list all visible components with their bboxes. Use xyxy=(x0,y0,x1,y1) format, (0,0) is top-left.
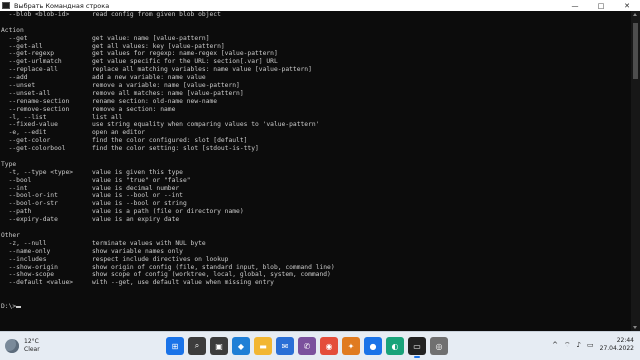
maximize-button[interactable]: □ xyxy=(588,0,614,11)
console-output[interactable]: --blob <blob-id> read config from given … xyxy=(1,11,629,331)
taskbar-app-gray-icon[interactable]: ◎ xyxy=(430,337,448,355)
scrollbar[interactable] xyxy=(631,11,640,331)
taskbar-task-view-icon[interactable]: ▣ xyxy=(210,337,228,355)
console-line: --name-only show variable names only xyxy=(1,247,183,255)
console-line: --unset remove a variable: name [value-p… xyxy=(1,82,240,90)
console-line: Type xyxy=(1,160,17,168)
scroll-down-icon[interactable] xyxy=(633,326,637,329)
console-line: --unset-all remove all matches: name [va… xyxy=(1,89,244,97)
scrollbar-thumb[interactable] xyxy=(633,23,638,79)
console-line: -e, --edit open an editor xyxy=(1,129,146,137)
taskbar-terminal-icon[interactable]: ▭ xyxy=(408,337,426,358)
console-line: --get-colorbool find the color setting: … xyxy=(1,145,259,153)
console-line: --get-color find the color configured: s… xyxy=(1,137,248,145)
command-prompt[interactable]: D:\> xyxy=(1,303,629,311)
taskbar-mail-icon[interactable]: ✉ xyxy=(276,337,294,355)
taskbar-app-orange-icon[interactable]: ✦ xyxy=(342,337,360,355)
close-button[interactable]: ✕ xyxy=(614,0,640,11)
minimize-button[interactable]: — xyxy=(562,0,588,11)
console-line: --get-regexp get values for regexp: name… xyxy=(1,50,278,58)
chevron-up-icon[interactable]: ^ xyxy=(552,341,558,349)
console-line: Other xyxy=(1,231,20,239)
taskbar-apps: ⊞ ⌕ ▣ ◆ ▬ ✉ ✆ ◉ ✦ ● ◐ ▭ ◎ xyxy=(166,337,448,358)
battery-icon[interactable]: ▭ xyxy=(587,341,594,349)
text-cursor xyxy=(16,306,22,308)
console-line: --fixed-value use string equality when c… xyxy=(1,121,320,129)
network-icon[interactable]: ⌔ xyxy=(564,341,571,350)
console-line: --int value is decimal number xyxy=(1,184,180,192)
console-line: --get get value: name [value-pattern] xyxy=(1,34,210,42)
console-line: -l, --list list all xyxy=(1,113,123,121)
taskbar-vscode-icon[interactable]: ◆ xyxy=(232,337,250,355)
window-controls: — □ ✕ xyxy=(562,0,640,11)
weather-temperature: 12°C xyxy=(24,338,39,345)
console-line: --path value is a path (file or director… xyxy=(1,208,244,216)
taskbar-chrome-icon[interactable]: ◉ xyxy=(320,337,338,355)
clock[interactable]: 22:44 27.04.2022 xyxy=(600,337,634,353)
weather-widget[interactable]: 12°C Clear xyxy=(5,338,40,354)
console-line: --bool value is "true" or "false" xyxy=(1,176,191,184)
console-line: --add add a new variable: name value xyxy=(1,74,206,82)
console-line: --show-origin show origin of config (fil… xyxy=(1,263,335,271)
console-line: --rename-section rename section: old-nam… xyxy=(1,97,218,105)
volume-icon[interactable]: ♪ xyxy=(577,341,581,349)
console-line: --blob <blob-id> read config from given … xyxy=(1,11,221,18)
taskbar-viber-icon[interactable]: ✆ xyxy=(298,337,316,355)
window-title: Выбрать Командная строка xyxy=(14,1,110,10)
taskbar-explorer-icon[interactable]: ▬ xyxy=(254,337,272,355)
console-line: -t, --type <type> value is given this ty… xyxy=(1,168,183,176)
console-line: --bool-or-str value is --bool or string xyxy=(1,200,187,208)
console-line: --replace-all replace all matching varia… xyxy=(1,66,312,74)
prompt-text: D:\> xyxy=(1,302,17,310)
weather-condition: Clear xyxy=(24,346,40,353)
clock-time: 22:44 xyxy=(616,337,634,344)
taskbar-edge-icon[interactable]: ◐ xyxy=(386,337,404,355)
console-line: -z, --null terminate values with NUL byt… xyxy=(1,239,206,247)
console-line: --get-all get all values: key [value-pat… xyxy=(1,42,225,50)
console-line: --expiry-date value is an expiry date xyxy=(1,216,180,224)
taskbar-start-icon[interactable]: ⊞ xyxy=(166,337,184,355)
clock-date: 27.04.2022 xyxy=(599,345,634,352)
console-line: Action xyxy=(1,26,24,34)
console-line: --show-scope show scope of config (workt… xyxy=(1,271,331,279)
taskbar-app-blue-icon[interactable]: ● xyxy=(364,337,382,355)
title-bar: Выбрать Командная строка — □ ✕ xyxy=(0,0,640,11)
system-tray: ^ ⌔ ♪ ▭ 22:44 27.04.2022 xyxy=(552,337,634,353)
console-line: --includes respect include directives on… xyxy=(1,255,229,263)
console-line: --remove-section remove a section: name xyxy=(1,105,176,113)
console-line: --default <value> with --get, use defaul… xyxy=(1,279,274,287)
console-icon xyxy=(2,2,10,9)
console-line: --bool-or-int value is --bool or --int xyxy=(1,192,183,200)
moon-icon xyxy=(5,339,19,353)
scroll-up-icon[interactable] xyxy=(633,13,637,16)
taskbar: 12°C Clear ⊞ ⌕ ▣ ◆ ▬ ✉ ✆ ◉ ✦ ● ◐ ▭ ◎ ^ ⌔ ♪ ▭ 22:44 2… xyxy=(0,331,640,360)
console-line: --get-urlmatch get value specific for th… xyxy=(1,58,278,66)
taskbar-search-icon[interactable]: ⌕ xyxy=(188,337,206,355)
